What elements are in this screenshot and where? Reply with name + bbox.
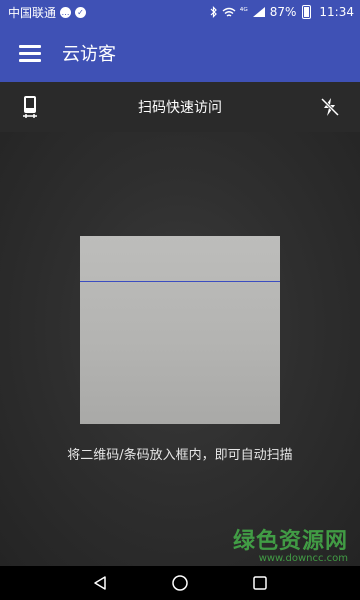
network-type: ⁴ᴳ bbox=[239, 7, 248, 17]
status-left: 中国联通 … ✓ bbox=[8, 4, 87, 21]
bluetooth-icon bbox=[210, 6, 217, 18]
message-icon: … bbox=[60, 6, 72, 18]
scan-frame bbox=[80, 236, 280, 424]
home-button[interactable] bbox=[165, 568, 195, 598]
notification-icon: ✓ bbox=[75, 6, 87, 18]
scan-title: 扫码快速访问 bbox=[138, 100, 222, 116]
status-right: ⁴ᴳ 87% 11:34 bbox=[210, 5, 354, 19]
battery-level: 87% bbox=[269, 5, 297, 19]
clock: 11:34 bbox=[319, 5, 354, 19]
recents-button[interactable] bbox=[245, 568, 275, 598]
wifi-icon bbox=[222, 7, 236, 17]
watermark: 绿色资源网 www.downcc.com bbox=[233, 523, 348, 564]
camera-preview: 将二维码/条码放入框内，即可自动扫描 绿色资源网 www.downcc.com bbox=[0, 132, 360, 566]
flash-off-icon bbox=[320, 97, 340, 117]
flash-toggle-button[interactable] bbox=[316, 93, 344, 121]
menu-button[interactable] bbox=[0, 24, 60, 82]
back-triangle-icon bbox=[94, 576, 106, 590]
battery-icon bbox=[302, 5, 312, 19]
back-button[interactable] bbox=[85, 568, 115, 598]
scan-line bbox=[80, 281, 280, 282]
carrier-name: 中国联通 bbox=[8, 5, 57, 20]
watermark-title: 绿色资源网 bbox=[232, 529, 348, 554]
signal-icon bbox=[252, 7, 265, 17]
recents-square-icon bbox=[253, 576, 267, 590]
navigation-bar bbox=[0, 566, 360, 600]
app-title: 云访客 bbox=[62, 44, 116, 65]
scan-toolbar: 扫码快速访问 bbox=[0, 82, 360, 132]
app-bar: 云访客 bbox=[0, 24, 360, 82]
status-bar: 中国联通 … ✓ ⁴ᴳ 87% 11:34 bbox=[0, 0, 360, 24]
phone-icon bbox=[23, 96, 37, 118]
home-circle-icon bbox=[172, 575, 188, 591]
hamburger-icon bbox=[19, 44, 41, 62]
phone-button[interactable] bbox=[16, 93, 44, 121]
scan-hint: 将二维码/条码放入框内，即可自动扫描 bbox=[67, 448, 293, 463]
